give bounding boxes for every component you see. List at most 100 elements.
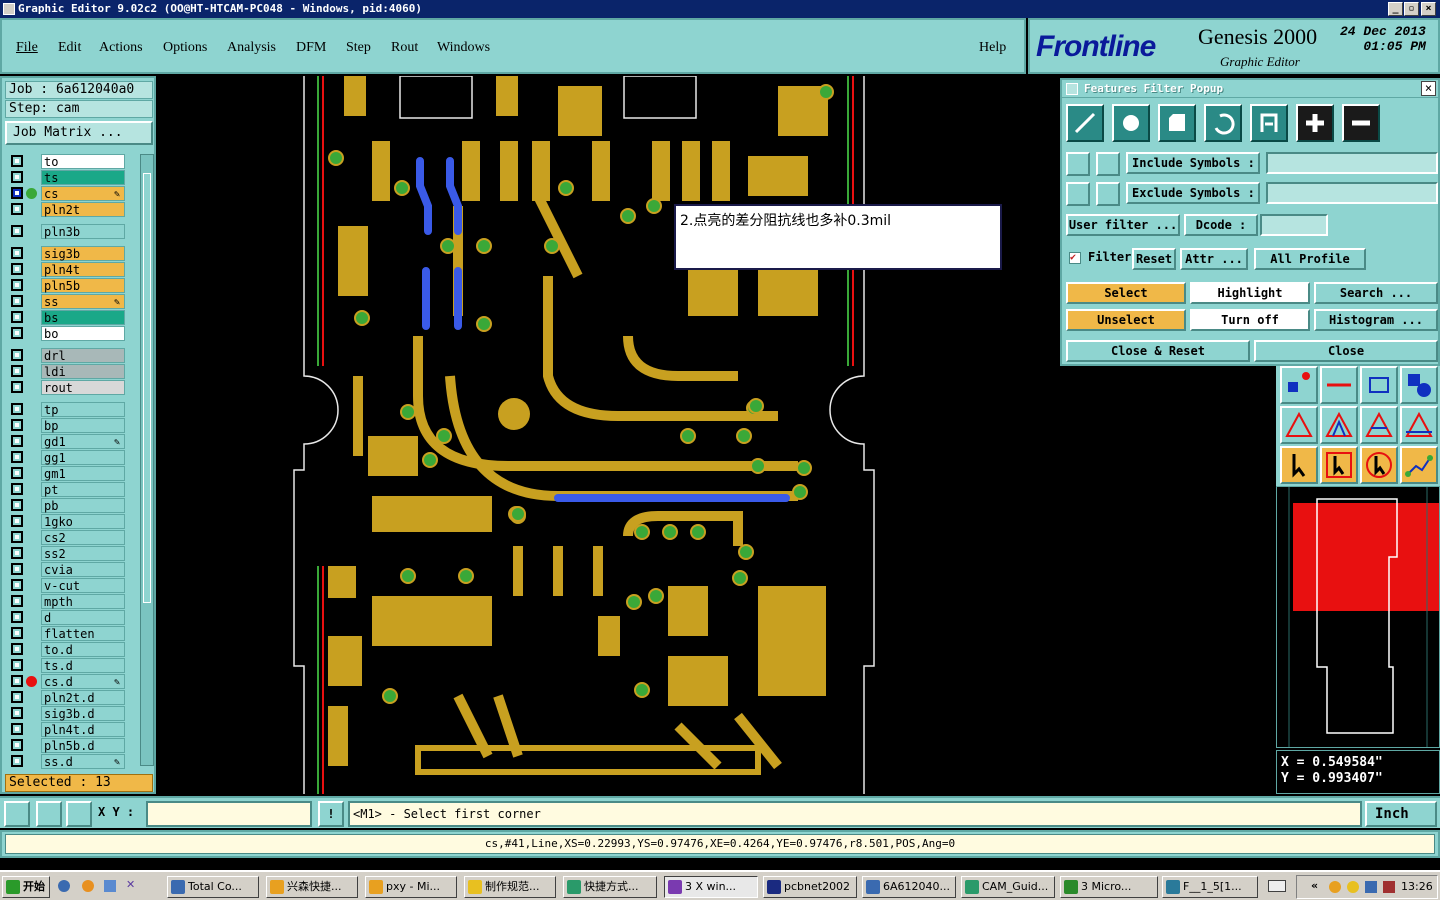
- layer-checkbox[interactable]: [11, 451, 23, 463]
- quicklaunch2-icon[interactable]: [104, 880, 116, 892]
- close-button[interactable]: Close: [1254, 340, 1438, 362]
- layer-row-sig3b[interactable]: sig3b: [5, 246, 127, 261]
- popup-menu-icon[interactable]: [1066, 83, 1078, 95]
- layer-row-to.d[interactable]: to.d: [5, 642, 127, 657]
- grid-icon[interactable]: [66, 801, 92, 827]
- layer-name[interactable]: cs.d ✎: [41, 674, 125, 689]
- layer-marker-icon[interactable]: [26, 676, 37, 687]
- layer-name[interactable]: v-cut: [41, 578, 125, 593]
- layer-row-ts[interactable]: ts: [5, 170, 127, 185]
- text-feature-icon[interactable]: [1250, 104, 1288, 142]
- layer-name[interactable]: sig3b: [41, 246, 125, 261]
- layer-row-gd1[interactable]: gd1 ✎: [5, 434, 127, 449]
- layer-name[interactable]: tp: [41, 402, 125, 417]
- menu-dfm[interactable]: DFM: [296, 40, 326, 56]
- drc4-icon[interactable]: [1400, 406, 1438, 444]
- layer-row-cs.d[interactable]: cs.d ✎: [5, 674, 127, 689]
- layer-checkbox[interactable]: [11, 327, 23, 339]
- unselect-button[interactable]: Unselect: [1066, 309, 1186, 331]
- add-icon[interactable]: [1296, 104, 1334, 142]
- layer-name[interactable]: pln5b.d: [41, 738, 125, 753]
- layer-checkbox[interactable]: [11, 225, 23, 237]
- layer-checkbox[interactable]: [11, 739, 23, 751]
- feature-info-icon[interactable]: [1280, 366, 1318, 404]
- layer-checkbox[interactable]: [11, 563, 23, 575]
- layer-checkbox[interactable]: [11, 187, 23, 199]
- shapes-icon[interactable]: [1400, 366, 1438, 404]
- layer-row-to[interactable]: to: [5, 154, 127, 169]
- maximize-button[interactable]: ▫: [1404, 2, 1419, 16]
- close-window-button[interactable]: ×: [1421, 2, 1436, 16]
- ie-icon[interactable]: [58, 880, 70, 892]
- snap-icon[interactable]: [1360, 366, 1398, 404]
- menu-file[interactable]: File: [16, 40, 38, 56]
- profile-dropdown[interactable]: All Profile: [1254, 248, 1366, 270]
- work-layer-icon[interactable]: [26, 188, 37, 199]
- layer-name[interactable]: sig3b.d: [41, 706, 125, 721]
- unit-dropdown[interactable]: Inch: [1365, 801, 1437, 827]
- include-pick-icon[interactable]: [1066, 152, 1090, 176]
- layer-name[interactable]: ldi: [41, 364, 125, 379]
- layer-checkbox[interactable]: [11, 419, 23, 431]
- histogram-button[interactable]: Histogram ...: [1314, 309, 1438, 331]
- layer-name[interactable]: cs ✎: [41, 186, 125, 201]
- layer-checkbox[interactable]: [11, 155, 23, 167]
- layer-name[interactable]: cvia: [41, 562, 125, 577]
- layer-row-cs[interactable]: cs ✎: [5, 186, 127, 201]
- filter-checkbox-icon[interactable]: ✔: [1069, 252, 1081, 264]
- layer-checkbox[interactable]: [11, 547, 23, 559]
- layer-row-pln4t.d[interactable]: pln4t.d: [5, 722, 127, 737]
- layer-checkbox[interactable]: [11, 755, 23, 767]
- menu-options[interactable]: Options: [163, 40, 207, 56]
- layer-checkbox[interactable]: [11, 579, 23, 591]
- dcode-input[interactable]: [1260, 214, 1328, 236]
- job-matrix-button[interactable]: Job Matrix ...: [5, 121, 153, 145]
- layer-checkbox[interactable]: [11, 707, 23, 719]
- layer-row-sig3b.d[interactable]: sig3b.d: [5, 706, 127, 721]
- layer-name[interactable]: rout: [41, 380, 125, 395]
- exclamation-icon[interactable]: !: [318, 801, 344, 827]
- layer-row-ss[interactable]: ss ✎: [5, 294, 127, 309]
- layer-row-ts.d[interactable]: ts.d: [5, 658, 127, 673]
- layer-checkbox[interactable]: [11, 263, 23, 275]
- layer-checkbox[interactable]: [11, 595, 23, 607]
- menu-actions[interactable]: Actions: [99, 40, 143, 56]
- task-pcbnet[interactable]: pcbnet2002: [763, 876, 857, 898]
- minimize-button[interactable]: _: [1388, 2, 1403, 16]
- task-spec[interactable]: 制作规范...: [464, 876, 556, 898]
- pointer-area-icon[interactable]: [1360, 446, 1398, 484]
- layer-name[interactable]: ss2: [41, 546, 125, 561]
- layer-name[interactable]: pln4t.d: [41, 722, 125, 737]
- exclude-pick-icon[interactable]: [1066, 182, 1090, 206]
- task-x-windows[interactable]: 3 X win...: [664, 876, 758, 898]
- pointer-select-icon[interactable]: [1320, 446, 1358, 484]
- turn-off-button[interactable]: Turn off: [1190, 309, 1310, 331]
- layer-name[interactable]: ts.d: [41, 658, 125, 673]
- popup-close-icon[interactable]: ×: [1421, 81, 1436, 96]
- layer-row-mpth[interactable]: mpth: [5, 594, 127, 609]
- drc-icon[interactable]: [1280, 406, 1318, 444]
- user-filter-button[interactable]: User filter ...: [1066, 214, 1180, 236]
- scrollbar-thumb[interactable]: [143, 173, 151, 603]
- arc-feature-icon[interactable]: [1204, 104, 1242, 142]
- layer-row-pln2t.d[interactable]: pln2t.d: [5, 690, 127, 705]
- reset-button[interactable]: Reset: [1132, 248, 1176, 270]
- highlight-button[interactable]: Highlight: [1190, 282, 1310, 304]
- layer-name[interactable]: ss.d ✎: [41, 754, 125, 769]
- exclude-pick2-icon[interactable]: [1096, 182, 1120, 206]
- menu-windows[interactable]: Windows: [437, 40, 490, 56]
- include-symbols-label[interactable]: Include Symbols :: [1126, 152, 1260, 174]
- layer-row-gm1[interactable]: gm1: [5, 466, 127, 481]
- menu-rout[interactable]: Rout: [391, 40, 418, 56]
- quicklaunch-icon[interactable]: [82, 880, 94, 892]
- pointer-icon[interactable]: [1280, 446, 1318, 484]
- task-cam-guide[interactable]: CAM_Guid...: [961, 876, 1055, 898]
- layer-name[interactable]: bs: [41, 310, 125, 325]
- layer-name[interactable]: gd1 ✎: [41, 434, 125, 449]
- layer-row-cvia[interactable]: cvia: [5, 562, 127, 577]
- task-word[interactable]: 6A612040...: [862, 876, 956, 898]
- layer-row-bo[interactable]: bo: [5, 326, 127, 341]
- task-shortcut[interactable]: 快捷方式...: [563, 876, 657, 898]
- surface-feature-icon[interactable]: [1158, 104, 1196, 142]
- layer-row-d[interactable]: d: [5, 610, 127, 625]
